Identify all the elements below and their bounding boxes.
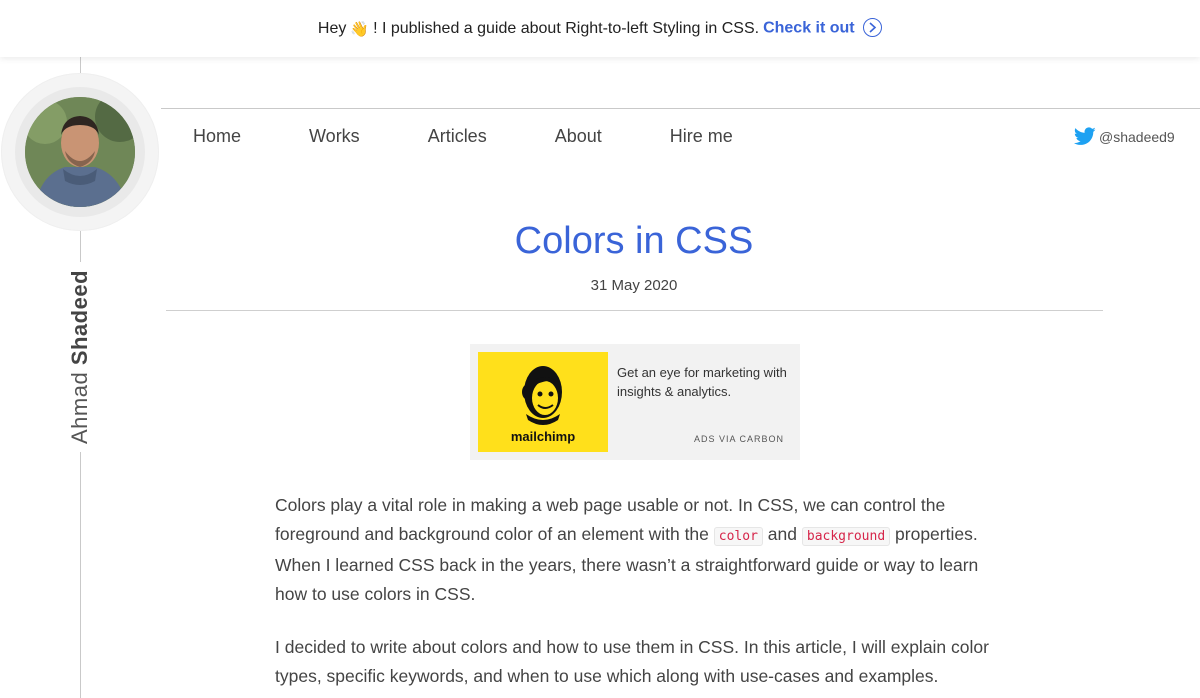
check-it-out-label: Check it out xyxy=(763,19,855,37)
author-first-name: Ahmad xyxy=(67,371,93,445)
announcement-banner: Hey 👋 ! I published a guide about Right-… xyxy=(0,0,1200,57)
nav-item-articles[interactable]: Articles xyxy=(428,126,487,147)
ad-image[interactable]: mailchimp xyxy=(478,352,608,452)
nav-item-works[interactable]: Works xyxy=(309,126,360,147)
avatar[interactable] xyxy=(25,97,135,207)
avatar-ring xyxy=(1,73,159,231)
twitter-link[interactable]: @shadeed9 xyxy=(1074,127,1175,146)
wave-icon: 👋 xyxy=(350,20,370,38)
title-divider xyxy=(166,310,1103,311)
nav-divider xyxy=(161,108,1200,109)
main-nav: Home Works Articles About Hire me xyxy=(193,126,733,147)
check-it-out-link[interactable]: Check it out xyxy=(763,18,883,38)
nav-item-home[interactable]: Home xyxy=(193,126,241,147)
ads-via-carbon-link[interactable]: ADS VIA CARBON xyxy=(694,434,784,444)
article-body: Colors play a vital role in making a web… xyxy=(275,491,995,698)
arrow-right-circle-icon xyxy=(863,18,883,37)
page-title: Colors in CSS xyxy=(514,220,754,262)
inline-code-color: color xyxy=(713,527,763,546)
inline-code-background: background xyxy=(801,527,891,546)
banner-message: ! I published a guide about Right-to-lef… xyxy=(373,19,760,37)
banner-greeting: Hey xyxy=(317,19,347,37)
twitter-icon xyxy=(1074,127,1096,145)
article-paragraph: Colors play a vital role in making a web… xyxy=(275,491,995,609)
ad-brand: mailchimp xyxy=(510,429,576,444)
twitter-handle: @shadeed9 xyxy=(1099,128,1175,145)
mailchimp-logo-icon xyxy=(522,366,562,425)
article-paragraph: I decided to write about colors and how … xyxy=(275,637,989,686)
carbon-ad[interactable]: mailchimp Get an eye for marketing with … xyxy=(470,344,800,460)
paragraph-text: and xyxy=(767,524,797,544)
nav-item-about[interactable]: About xyxy=(555,126,602,147)
publish-date: 31 May 2020 xyxy=(590,277,678,294)
nav-item-hire-me[interactable]: Hire me xyxy=(670,126,733,147)
ad-copy[interactable]: Get an eye for marketing with insights &… xyxy=(617,363,787,401)
